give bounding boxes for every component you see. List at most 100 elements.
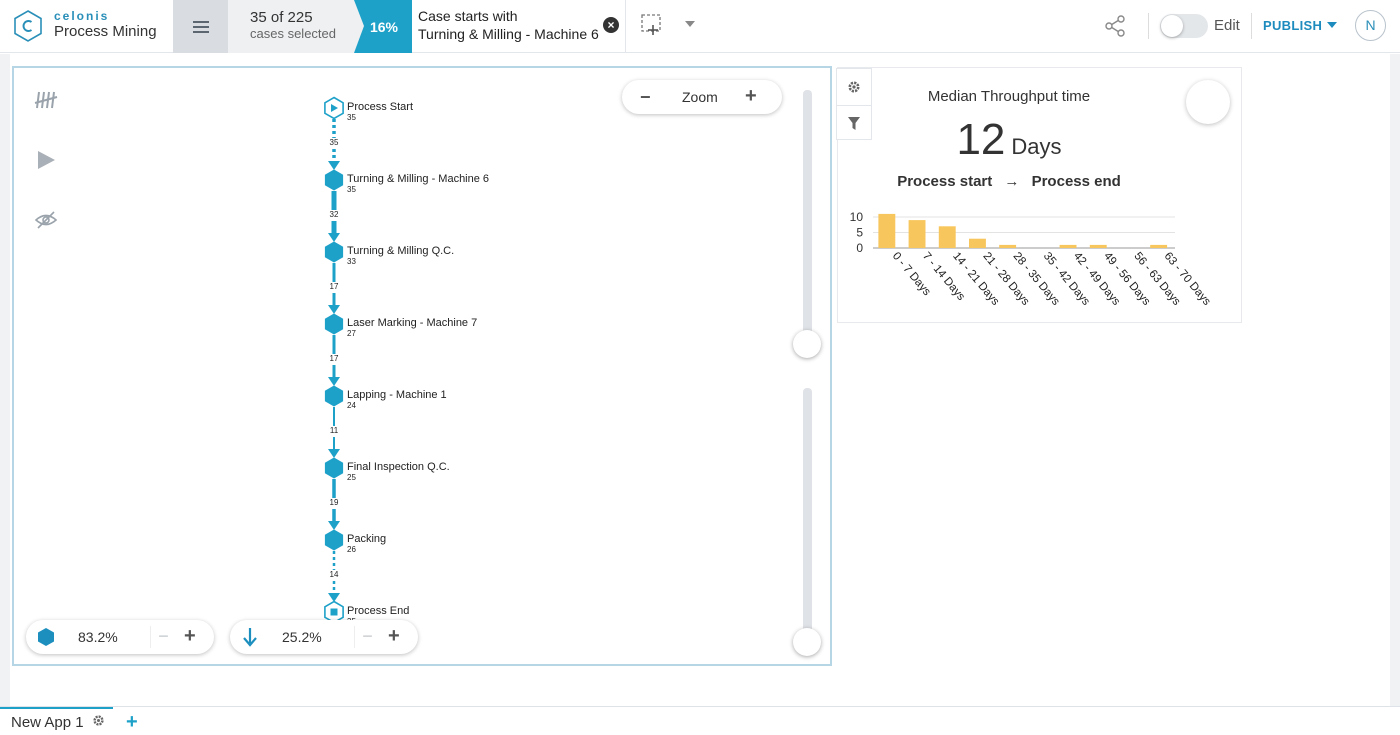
edit-toggle[interactable] bbox=[1160, 14, 1208, 38]
sheet-tab-label: New App 1 bbox=[11, 714, 84, 731]
activity-label: Process End bbox=[347, 605, 410, 617]
filter-button[interactable] bbox=[837, 105, 871, 140]
histogram-bar[interactable] bbox=[969, 238, 986, 248]
edge-count: 19 bbox=[329, 498, 339, 507]
edge-arrowhead bbox=[328, 161, 340, 170]
add-sheet-button[interactable]: + bbox=[126, 711, 138, 734]
activities-vertical-slider-track[interactable] bbox=[803, 90, 812, 342]
gear-icon bbox=[848, 81, 860, 92]
activity-label: Laser Marking - Machine 7 bbox=[347, 317, 478, 329]
activities-increase-button[interactable]: + bbox=[184, 625, 196, 648]
selection-dropdown-icon[interactable] bbox=[685, 21, 695, 27]
kpi-range: Process start → Process end bbox=[838, 173, 1180, 190]
sheet-tab-new-app-1[interactable]: New App 1 bbox=[0, 707, 113, 735]
edge-count: 17 bbox=[329, 354, 339, 363]
kpi-value-row: 12 Days bbox=[838, 115, 1180, 165]
activity-count: 27 bbox=[347, 329, 356, 338]
cases-count: 35 of 225 bbox=[250, 9, 313, 26]
tab-settings-icon[interactable] bbox=[92, 714, 105, 727]
activity-node[interactable] bbox=[324, 169, 344, 191]
connections-percentage: 25.2% bbox=[282, 629, 322, 645]
zoom-out-button[interactable]: − bbox=[640, 87, 651, 108]
activities-vertical-slider-knob[interactable] bbox=[793, 330, 821, 358]
menu-button[interactable] bbox=[173, 0, 228, 53]
connection-arrow-icon bbox=[243, 628, 257, 647]
clear-filter-icon[interactable]: × bbox=[603, 17, 619, 33]
activities-decrease-button[interactable]: − bbox=[150, 626, 176, 648]
cases-selected[interactable]: 35 of 225 cases selected bbox=[228, 0, 354, 53]
zoom-label: Zoom bbox=[682, 89, 718, 105]
publish-button[interactable]: PUBLISH bbox=[1263, 18, 1322, 33]
histogram-bar[interactable] bbox=[1089, 244, 1107, 248]
activity-node[interactable] bbox=[324, 385, 344, 407]
cases-subtitle: cases selected bbox=[250, 26, 336, 41]
right-arrow-icon: → bbox=[1004, 173, 1020, 190]
hamburger-icon bbox=[192, 20, 209, 33]
histogram-bar[interactable] bbox=[999, 244, 1017, 248]
end-stop-icon bbox=[330, 608, 338, 616]
user-avatar[interactable]: N bbox=[1355, 10, 1386, 41]
kpi-range-to: Process end bbox=[1031, 173, 1121, 190]
publish-dropdown-icon[interactable] bbox=[1327, 22, 1337, 28]
process-map[interactable] bbox=[14, 68, 830, 664]
activities-slider-control: 83.2% − + bbox=[26, 620, 214, 654]
process-explorer[interactable]: 35 32 17 17 11 19 14 Process Start 35 Turning & M… bbox=[12, 66, 832, 666]
edge-count: 17 bbox=[329, 282, 339, 291]
brand[interactable]: celonis Process Mining bbox=[54, 9, 157, 41]
histogram-bar[interactable] bbox=[1059, 244, 1077, 248]
sheet-tabs-bar: New App 1 + bbox=[0, 706, 1400, 735]
connections-slider-control: 25.2% − + bbox=[230, 620, 418, 654]
throughput-component[interactable]: Median Throughput time 12 Days Process st… bbox=[837, 67, 1242, 323]
brand-name: celonis bbox=[54, 9, 110, 23]
share-icon[interactable] bbox=[1103, 14, 1127, 38]
activity-node[interactable] bbox=[324, 529, 344, 551]
edge-count: 32 bbox=[329, 210, 339, 219]
zoom-control: − Zoom + bbox=[622, 80, 782, 114]
divider bbox=[1251, 13, 1252, 39]
edge-arrowhead bbox=[328, 305, 340, 314]
activity-count: 35 bbox=[347, 185, 356, 194]
y-tick-label: 5 bbox=[856, 226, 863, 240]
edge-count: 11 bbox=[329, 426, 339, 435]
toggle-knob bbox=[1161, 15, 1183, 37]
zoom-in-button[interactable]: + bbox=[745, 85, 757, 108]
throughput-histogram[interactable]: 10500 - 7 Days7 - 14 Days14 - 21 Days21 … bbox=[838, 208, 1238, 320]
component-options-button[interactable] bbox=[1186, 80, 1230, 124]
celonis-logo-icon[interactable] bbox=[14, 10, 42, 42]
activity-count: 35 bbox=[347, 113, 356, 122]
funnel-icon bbox=[848, 116, 860, 130]
histogram-bar[interactable] bbox=[938, 226, 956, 248]
activity-label: Turning & Milling Q.C. bbox=[347, 245, 455, 257]
activity-hexagon-icon bbox=[38, 628, 54, 646]
component-toolbar bbox=[836, 68, 872, 140]
connections-increase-button[interactable]: + bbox=[388, 625, 400, 648]
activity-count: 26 bbox=[347, 545, 356, 554]
add-selection-icon[interactable] bbox=[641, 14, 663, 36]
edge-arrowhead bbox=[328, 377, 340, 386]
edge-arrowhead bbox=[328, 521, 340, 530]
histogram-bar[interactable] bbox=[1150, 244, 1168, 248]
activity-count: 33 bbox=[347, 257, 356, 266]
connections-vertical-slider-knob[interactable] bbox=[793, 628, 821, 656]
kpi-value: 12 bbox=[956, 115, 1006, 164]
filter-line-2: Turning & Milling - Machine 6 bbox=[418, 26, 599, 42]
active-filter[interactable]: Case starts with Turning & Milling - Mac… bbox=[412, 0, 626, 53]
activity-node[interactable] bbox=[324, 457, 344, 479]
activity-node[interactable] bbox=[324, 313, 344, 335]
activity-label: Turning & Milling - Machine 6 bbox=[347, 173, 490, 185]
activity-count: 24 bbox=[347, 401, 356, 410]
activity-node[interactable] bbox=[324, 241, 344, 263]
connections-vertical-slider-track[interactable] bbox=[803, 388, 812, 634]
divider bbox=[1148, 13, 1149, 39]
activities-percentage: 83.2% bbox=[78, 629, 118, 645]
connections-decrease-button[interactable]: − bbox=[354, 626, 380, 648]
edge-arrowhead bbox=[328, 449, 340, 458]
edit-label: Edit bbox=[1214, 17, 1240, 34]
histogram-bar[interactable] bbox=[878, 213, 896, 248]
kpi-range-from: Process start bbox=[897, 173, 993, 190]
settings-button[interactable] bbox=[837, 69, 871, 104]
histogram-bar[interactable] bbox=[908, 220, 926, 248]
y-tick-label: 0 bbox=[856, 241, 863, 255]
kpi-unit: Days bbox=[1011, 134, 1062, 159]
edge-arrowhead bbox=[328, 233, 340, 242]
